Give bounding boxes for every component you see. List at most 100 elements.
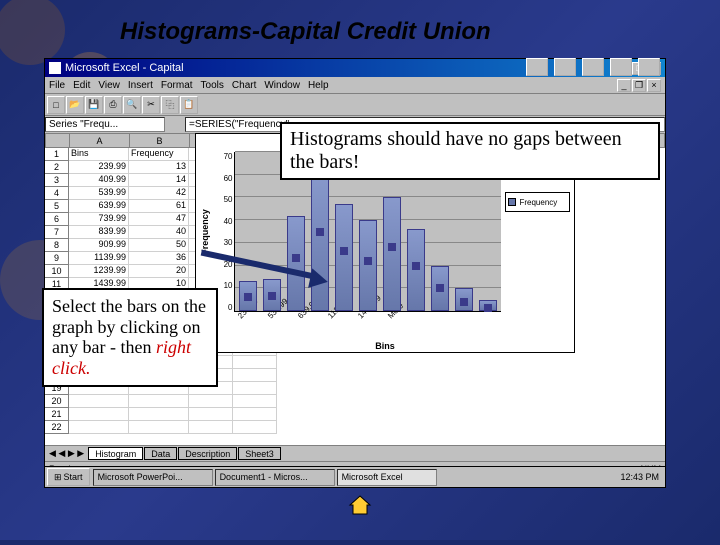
cell[interactable]: Frequency [129, 148, 189, 161]
doc-restore[interactable]: ❐ [632, 79, 646, 92]
open-icon[interactable]: 📂 [66, 96, 84, 114]
copy-icon[interactable]: ⿻ [161, 96, 179, 114]
cell[interactable] [233, 356, 277, 369]
menu-insert[interactable]: Insert [128, 80, 153, 91]
doc-btn[interactable] [582, 58, 604, 76]
task-excel[interactable]: Microsoft Excel [337, 469, 437, 486]
paste-icon[interactable]: 📋 [180, 96, 198, 114]
cell[interactable] [233, 408, 277, 421]
save-icon[interactable]: 💾 [85, 96, 103, 114]
cell[interactable]: 239.99 [69, 161, 129, 174]
row-header[interactable]: 4 [45, 187, 69, 200]
cell[interactable]: 50 [129, 239, 189, 252]
row-header[interactable]: 3 [45, 174, 69, 187]
cell[interactable] [233, 395, 277, 408]
row-header[interactable]: 5 [45, 200, 69, 213]
print-icon[interactable]: ⎙ [104, 96, 122, 114]
col-a[interactable]: A [70, 134, 130, 147]
doc-minimize[interactable]: _ [617, 79, 631, 92]
row-header[interactable]: 22 [45, 421, 69, 434]
chart-bar[interactable] [431, 266, 449, 311]
chart-legend[interactable]: Frequency [505, 192, 570, 212]
chart-bar[interactable] [383, 197, 401, 311]
task-powerpoint[interactable]: Microsoft PowerPoi... [93, 469, 213, 486]
callout-right-click: Select the bars on the graph by clicking… [42, 288, 218, 387]
name-box[interactable]: Series "Frequ... [45, 117, 165, 132]
row-header[interactable]: 9 [45, 252, 69, 265]
callout-no-gaps: Histograms should have no gaps between t… [280, 122, 660, 180]
menu-window[interactable]: Window [264, 80, 300, 91]
chart-bar[interactable] [479, 300, 497, 311]
menu-chart[interactable]: Chart [232, 80, 256, 91]
tab-description[interactable]: Description [178, 447, 237, 460]
menu-format[interactable]: Format [161, 80, 193, 91]
new-icon[interactable]: □ [47, 96, 65, 114]
cell[interactable] [233, 421, 277, 434]
doc-btn[interactable] [526, 58, 548, 76]
cell[interactable]: 20 [129, 265, 189, 278]
cell[interactable] [233, 369, 277, 382]
window-title: Microsoft Excel - Capital [65, 62, 184, 74]
row-header[interactable]: 21 [45, 408, 69, 421]
cell[interactable] [189, 395, 233, 408]
tab-sheet3[interactable]: Sheet3 [238, 447, 281, 460]
system-tray[interactable]: 12:43 PM [614, 472, 665, 482]
cell[interactable] [233, 382, 277, 395]
cell[interactable]: 40 [129, 226, 189, 239]
cell[interactable]: 47 [129, 213, 189, 226]
cell[interactable] [189, 408, 233, 421]
cell[interactable]: 739.99 [69, 213, 129, 226]
menu-view[interactable]: View [98, 80, 120, 91]
chart-bar[interactable] [407, 229, 425, 311]
arrow-annotation [200, 240, 320, 290]
cell[interactable]: 839.99 [69, 226, 129, 239]
cell[interactable]: 1239.99 [69, 265, 129, 278]
cell[interactable]: 909.99 [69, 239, 129, 252]
cell[interactable]: Bins [69, 148, 129, 161]
menu-help[interactable]: Help [308, 80, 329, 91]
doc-btn[interactable] [554, 58, 576, 76]
chart-bar[interactable] [359, 220, 377, 311]
row-header[interactable]: 2 [45, 161, 69, 174]
menu-edit[interactable]: Edit [73, 80, 90, 91]
cell[interactable]: 539.99 [69, 187, 129, 200]
cell[interactable] [129, 408, 189, 421]
start-button[interactable]: ⊞ Start [47, 468, 90, 486]
doc-btn[interactable] [610, 58, 632, 76]
chart-bar[interactable] [335, 204, 353, 311]
task-word[interactable]: Document1 - Micros... [215, 469, 335, 486]
home-icon[interactable] [348, 494, 372, 516]
cell[interactable]: 639.99 [69, 200, 129, 213]
col-b[interactable]: B [130, 134, 190, 147]
tab-histogram[interactable]: Histogram [88, 447, 143, 460]
cell[interactable] [69, 408, 129, 421]
cell[interactable]: 36 [129, 252, 189, 265]
menu-file[interactable]: File [49, 80, 65, 91]
row-header[interactable]: 1 [45, 148, 69, 161]
cell[interactable] [69, 421, 129, 434]
cell[interactable]: 14 [129, 174, 189, 187]
menubar: File Edit View Insert Format Tools Chart… [45, 77, 665, 93]
doc-btn[interactable] [638, 58, 660, 76]
slide-title: Histograms-Capital Credit Union [120, 18, 491, 46]
tab-data[interactable]: Data [144, 447, 177, 460]
cell[interactable]: 13 [129, 161, 189, 174]
doc-close[interactable]: × [647, 79, 661, 92]
chart-bar[interactable] [455, 288, 473, 311]
cell[interactable]: 409.99 [69, 174, 129, 187]
row-header[interactable]: 8 [45, 239, 69, 252]
row-header[interactable]: 6 [45, 213, 69, 226]
cut-icon[interactable]: ✂ [142, 96, 160, 114]
cell[interactable]: 42 [129, 187, 189, 200]
preview-icon[interactable]: 🔍 [123, 96, 141, 114]
cell[interactable] [129, 421, 189, 434]
cell[interactable]: 1139.99 [69, 252, 129, 265]
row-header[interactable]: 10 [45, 265, 69, 278]
cell[interactable] [69, 395, 129, 408]
cell[interactable] [189, 421, 233, 434]
cell[interactable]: 61 [129, 200, 189, 213]
row-header[interactable]: 7 [45, 226, 69, 239]
menu-tools[interactable]: Tools [201, 80, 224, 91]
cell[interactable] [129, 395, 189, 408]
row-header[interactable]: 20 [45, 395, 69, 408]
